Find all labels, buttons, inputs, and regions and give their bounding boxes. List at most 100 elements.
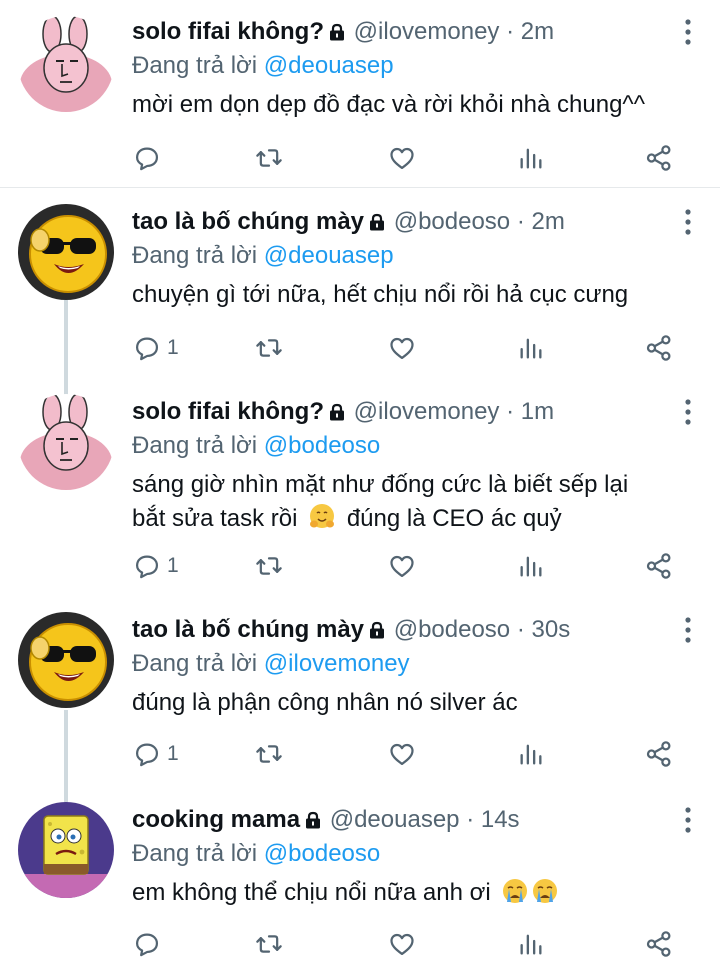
share-icon (644, 333, 674, 363)
reply-button[interactable] (133, 924, 167, 964)
share-button[interactable] (644, 734, 674, 774)
tweet[interactable]: solo fifai không? @ilovemoney · 1m Đang … (0, 380, 720, 608)
reply-icon (133, 740, 161, 768)
reply-button[interactable]: 1 (133, 734, 179, 774)
like-button[interactable] (387, 138, 417, 178)
heart-icon (387, 740, 417, 768)
loudly-crying-face-emoji (531, 877, 559, 905)
separator-dot: · (506, 398, 515, 425)
share-icon (644, 929, 674, 959)
reply-button[interactable] (133, 138, 167, 178)
share-button[interactable] (644, 328, 674, 368)
mention-link[interactable]: @bodeoso (264, 432, 380, 459)
replying-label: Đang trả lời (132, 52, 258, 79)
bar-chart-icon (517, 930, 545, 958)
user-handle[interactable]: @bodeoso (394, 616, 510, 643)
separator-dot: · (516, 208, 525, 235)
display-name[interactable]: tao là bố chúng mày (132, 616, 364, 643)
heart-icon (387, 144, 417, 172)
user-avatar[interactable] (18, 394, 114, 490)
retweet-button[interactable] (254, 546, 284, 586)
tweet-text: sáng giờ nhìn mặt như đống cức là biết s… (132, 468, 692, 536)
heart-icon (387, 334, 417, 362)
user-handle[interactable]: @ilovemoney (354, 18, 500, 45)
reply-button[interactable]: 1 (133, 328, 179, 368)
mention-link[interactable]: @bodeoso (264, 840, 380, 867)
tweet-text-segment: đúng là CEO ác quỷ (346, 505, 562, 532)
more-options-icon[interactable] (682, 804, 694, 836)
more-options-icon[interactable] (682, 396, 694, 428)
tweet-text-line: bắt sửa task rồi đúng là CEO ác quỷ (132, 502, 692, 536)
more-options-icon[interactable] (682, 614, 694, 646)
mention-link[interactable]: @ilovemoney (264, 650, 410, 677)
share-button[interactable] (644, 138, 674, 178)
loudly-crying-face-emoji (501, 877, 529, 905)
more-options-icon[interactable] (682, 16, 694, 48)
share-icon (644, 143, 674, 173)
timestamp[interactable]: 2m (521, 18, 554, 45)
user-avatar[interactable] (18, 802, 114, 898)
tweet-header: cooking mama @deouasep · 14s (132, 804, 660, 836)
retweet-button[interactable] (254, 328, 284, 368)
display-name[interactable]: solo fifai không? (132, 18, 324, 45)
tweet-text: đúng là phận công nhân nó silver ác (132, 689, 518, 716)
timestamp[interactable]: 14s (481, 806, 520, 833)
user-handle[interactable]: @deouasep (330, 806, 460, 833)
retweet-icon (254, 552, 284, 580)
retweet-button[interactable] (254, 138, 284, 178)
tweet[interactable]: cooking mama @deouasep · 14s Đang trả lờ… (0, 788, 720, 964)
user-avatar[interactable] (18, 16, 114, 112)
timestamp[interactable]: 2m (532, 208, 565, 235)
retweet-button[interactable] (254, 924, 284, 964)
tweet[interactable]: solo fifai không? @ilovemoney · 2m Đang … (0, 0, 720, 187)
tweet-text: chuyện gì tới nữa, hết chịu nổi rồi hả c… (132, 281, 629, 308)
separator-dot: · (516, 616, 525, 643)
retweet-icon (254, 740, 284, 768)
tweet-text-segment: em không thể chịu nổi nữa anh ơi (132, 879, 491, 906)
user-avatar[interactable] (18, 612, 114, 708)
views-button[interactable] (517, 734, 545, 774)
timestamp[interactable]: 1m (521, 398, 554, 425)
mention-link[interactable]: @deouasep (264, 52, 394, 79)
heart-icon (387, 930, 417, 958)
share-button[interactable] (644, 924, 674, 964)
like-button[interactable] (387, 546, 417, 586)
bar-chart-icon (517, 144, 545, 172)
more-options-icon[interactable] (682, 206, 694, 238)
like-button[interactable] (387, 734, 417, 774)
tweet-header: solo fifai không? @ilovemoney · 2m (132, 16, 660, 48)
bar-chart-icon (517, 552, 545, 580)
replying-label: Đang trả lời (132, 242, 258, 269)
replying-to: Đang trả lời @deouasep (132, 240, 394, 272)
retweet-icon (254, 144, 284, 172)
share-icon (644, 739, 674, 769)
lock-icon (367, 620, 387, 640)
views-button[interactable] (517, 328, 545, 368)
display-name[interactable]: solo fifai không? (132, 398, 324, 425)
timestamp[interactable]: 30s (532, 616, 571, 643)
reply-icon (133, 334, 161, 362)
action-bar (0, 138, 720, 178)
views-button[interactable] (517, 546, 545, 586)
user-avatar[interactable] (18, 204, 114, 300)
tweet-header: tao là bố chúng mày @bodeoso · 30s (132, 614, 660, 646)
replying-label: Đang trả lời (132, 650, 258, 677)
tweet-text-line: sáng giờ nhìn mặt như đống cức là biết s… (132, 471, 629, 498)
like-button[interactable] (387, 924, 417, 964)
mention-link[interactable]: @deouasep (264, 242, 394, 269)
tweet[interactable]: tao là bố chúng mày @bodeoso · 2m Đang t… (0, 190, 720, 400)
share-button[interactable] (644, 546, 674, 586)
reply-icon (133, 552, 161, 580)
like-button[interactable] (387, 328, 417, 368)
retweet-button[interactable] (254, 734, 284, 774)
tweet[interactable]: tao là bố chúng mày @bodeoso · 30s Đang … (0, 598, 720, 788)
user-handle[interactable]: @ilovemoney (354, 398, 500, 425)
user-handle[interactable]: @bodeoso (394, 208, 510, 235)
tweet-text-segment: bắt sửa task rồi (132, 505, 298, 532)
display-name[interactable]: tao là bố chúng mày (132, 208, 364, 235)
display-name[interactable]: cooking mama (132, 806, 300, 833)
reply-button[interactable]: 1 (133, 546, 179, 586)
views-button[interactable] (517, 138, 545, 178)
views-button[interactable] (517, 924, 545, 964)
replying-to: Đang trả lời @bodeoso (132, 838, 380, 870)
